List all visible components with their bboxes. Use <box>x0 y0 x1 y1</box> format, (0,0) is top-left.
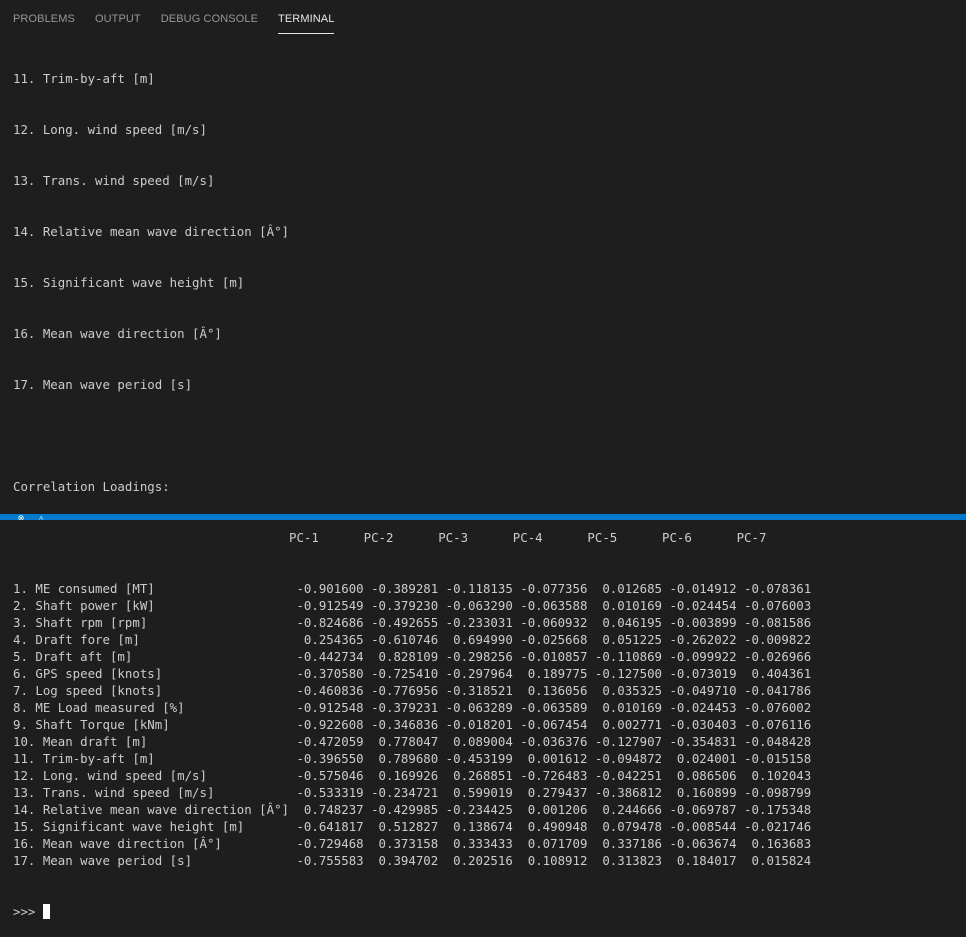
table-row: 13. Trans. wind speed [m/s] -0.533319 -0… <box>13 785 812 800</box>
terminal-line: 15. Significant wave height [m] <box>13 275 245 290</box>
remote-icon[interactable]: ⊗ <box>18 514 24 520</box>
table-row: 6. GPS speed [knots] -0.370580 -0.725410… <box>13 666 812 681</box>
terminal-line: 12. Long. wind speed [m/s] <box>13 122 207 137</box>
table-row: 2. Shaft power [kW] -0.912549 -0.379230 … <box>13 598 812 613</box>
table-row: 12. Long. wind speed [m/s] -0.575046 0.1… <box>13 768 812 783</box>
terminal-line: 11. Trim-by-aft [m] <box>13 71 155 86</box>
table-row: 4. Draft fore [m] 0.254365 -0.610746 0.6… <box>13 632 812 647</box>
terminal-line: 14. Relative mean wave direction [Â°] <box>13 224 290 239</box>
tab-terminal[interactable]: TERMINAL <box>278 0 335 38</box>
table-row: 17. Mean wave period [s] -0.755583 0.394… <box>13 853 812 868</box>
table-row: 15. Significant wave height [m] -0.64181… <box>13 819 812 834</box>
table-row: 8. ME Load measured [%] -0.912548 -0.379… <box>13 700 812 715</box>
terminal-cursor <box>42 904 50 919</box>
table-row: 10. Mean draft [m] -0.472059 0.778047 0.… <box>13 734 812 749</box>
correlation-heading: Correlation Loadings: <box>13 479 170 494</box>
terminal-line: 17. Mean wave period [s] <box>13 377 193 392</box>
table-header: PC-1 PC-2 PC-3 PC-4 PC-5 PC-6 PC-7 <box>13 530 767 545</box>
prompt-line[interactable]: >>> <box>13 903 963 920</box>
terminal-line: 13. Trans. wind speed [m/s] <box>13 173 215 188</box>
status-icons: ⊗ ⚠ <box>18 514 58 520</box>
panel-tabbar: PROBLEMS OUTPUT DEBUG CONSOLE TERMINAL <box>0 0 966 38</box>
prompt: >>> <box>13 904 43 919</box>
status-bar: ⊗ ⚠ <box>0 514 966 520</box>
tab-problems[interactable]: PROBLEMS <box>13 0 75 38</box>
table-row: 7. Log speed [knots] -0.460836 -0.776956… <box>13 683 812 698</box>
terminal-line: 16. Mean wave direction [Â°] <box>13 326 222 341</box>
table-row: 11. Trim-by-aft [m] -0.396550 0.789680 -… <box>13 751 812 766</box>
table-row: 14. Relative mean wave direction [Â°] 0.… <box>13 802 812 817</box>
terminal-output[interactable]: 11. Trim-by-aft [m] 12. Long. wind speed… <box>13 36 963 919</box>
table-row: 5. Draft aft [m] -0.442734 0.828109 -0.2… <box>13 649 812 664</box>
warning-icon[interactable]: ⚠ <box>38 514 44 520</box>
loadings-table: 1. ME consumed [MT] -0.901600 -0.389281 … <box>13 580 963 869</box>
tab-output[interactable]: OUTPUT <box>95 0 141 38</box>
table-row: 9. Shaft Torque [kNm] -0.922608 -0.34683… <box>13 717 812 732</box>
table-row: 1. ME consumed [MT] -0.901600 -0.389281 … <box>13 581 812 596</box>
tab-debug-console[interactable]: DEBUG CONSOLE <box>161 0 258 38</box>
table-row: 16. Mean wave direction [Â°] -0.729468 0… <box>13 836 812 851</box>
table-row: 3. Shaft rpm [rpm] -0.824686 -0.492655 -… <box>13 615 812 630</box>
